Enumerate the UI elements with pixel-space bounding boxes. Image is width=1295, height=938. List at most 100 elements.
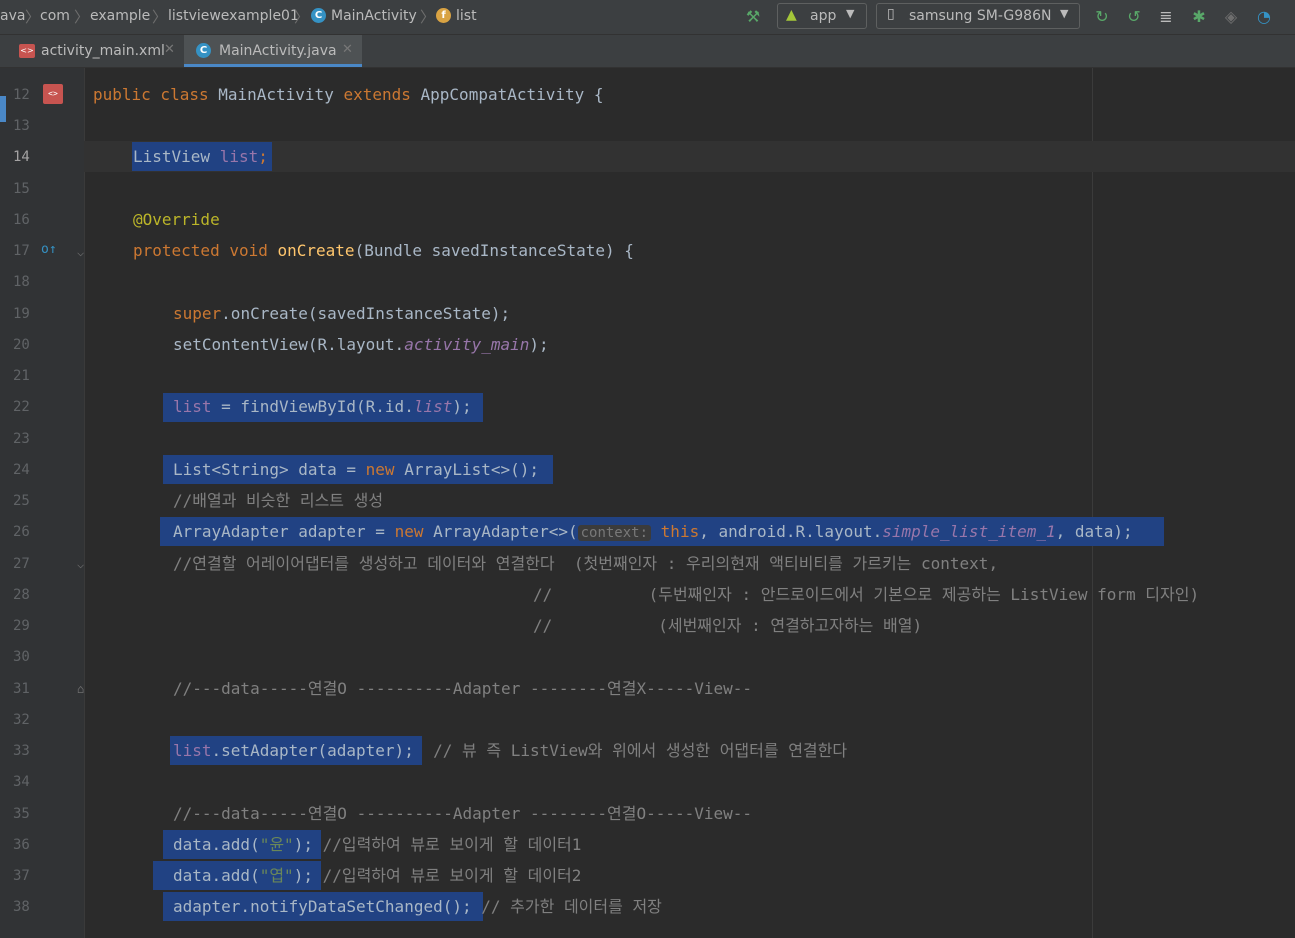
tab-activity-main-xml[interactable]: <> activity_main.xml ✕ xyxy=(10,35,182,67)
code-line-20[interactable]: setContentView(R.layout.activity_main); xyxy=(173,334,549,356)
hammer-icon[interactable]: ⚒ xyxy=(742,6,764,28)
xml-file-icon: <> xyxy=(19,44,35,58)
field-name: simple_list_item_1 xyxy=(882,522,1056,541)
comment: // 추가한 데이터를 저장 xyxy=(471,897,662,916)
line-number: 21 xyxy=(13,368,30,384)
gutter-divider xyxy=(84,68,85,938)
code-text: , android.R.layout. xyxy=(699,522,883,541)
code-text: .setAdapter(adapter); xyxy=(211,741,414,760)
comment: //---data-----연결O ----------Adapter ----… xyxy=(173,804,753,823)
chevron-right-icon: 〉 xyxy=(420,8,436,26)
type-name: ListView xyxy=(133,147,220,166)
tab-mainactivity-java[interactable]: C MainActivity.java ✕ xyxy=(184,35,362,67)
chevron-down-icon: ▼ xyxy=(846,7,855,20)
field-name: list xyxy=(413,397,453,416)
code-text: data.add( xyxy=(173,835,260,854)
code-line-24[interactable]: List<String> data = new ArrayList<>(); xyxy=(173,459,539,481)
line-number: 22 xyxy=(13,399,30,415)
line-number: 26 xyxy=(13,524,30,540)
run-config-select[interactable]: ▲ app ▼ xyxy=(777,3,867,29)
parameter-hint: context: xyxy=(577,525,652,541)
attach-debugger-icon[interactable]: ◈ xyxy=(1220,6,1242,28)
rerun-icon[interactable]: ↻ xyxy=(1091,6,1113,28)
breadcrumb-field[interactable]: list xyxy=(456,8,477,24)
fold-icon[interactable]: ⌵ xyxy=(77,245,84,259)
line-number: 24 xyxy=(13,462,30,478)
code-line-37[interactable]: data.add("엽"); //입력하여 뷰로 보이게 할 데이터2 xyxy=(173,865,581,887)
semicolon: ; xyxy=(258,147,268,166)
line-number: 20 xyxy=(13,337,30,353)
close-icon[interactable]: ✕ xyxy=(164,42,175,57)
chevron-right-icon: 〉 xyxy=(25,8,41,26)
code-line-12[interactable]: public class MainActivity extends AppCom… xyxy=(93,84,604,106)
code-line-19[interactable]: super.onCreate(savedInstanceState); xyxy=(173,303,510,325)
line-number: 31 xyxy=(13,681,30,697)
code-text: data.add( xyxy=(173,866,260,885)
keyword: public class xyxy=(93,85,209,104)
device-select[interactable]: ▯ samsung SM-G986N ▼ xyxy=(876,3,1080,29)
code-line-16[interactable]: @Override xyxy=(133,209,220,231)
code-line-31[interactable]: //---data-----연결O ----------Adapter ----… xyxy=(173,678,752,700)
override-method-icon[interactable]: o↑ xyxy=(41,242,57,257)
code-line-22[interactable]: list = findViewById(R.id.list); xyxy=(173,396,472,418)
code-line-35[interactable]: //---data-----연결O ----------Adapter ----… xyxy=(173,803,752,825)
field-name: list xyxy=(219,147,259,166)
comment: //배열과 비슷한 리스트 생성 xyxy=(173,491,384,510)
line-number: 27 xyxy=(13,556,30,572)
comment: //입력하여 뷰로 보이게 할 데이터1 xyxy=(312,835,582,854)
breadcrumb-class[interactable]: MainActivity xyxy=(331,8,417,24)
breadcrumb-java[interactable]: ava xyxy=(0,8,25,24)
breadcrumb-com[interactable]: com xyxy=(40,8,70,24)
chevron-right-icon: 〉 xyxy=(294,8,310,26)
line-number: 25 xyxy=(13,493,30,509)
code-line-33[interactable]: list.setAdapter(adapter); // 뷰 즉 ListVie… xyxy=(173,740,847,762)
right-margin-guide xyxy=(1092,68,1093,938)
comment: // 뷰 즉 ListView와 위에서 생성한 어댑터를 연결한다 xyxy=(413,741,848,760)
code-line-25[interactable]: //배열과 비슷한 리스트 생성 xyxy=(173,490,383,512)
code-line-29[interactable]: // (세번째인자 : 연결하고자하는 배열) xyxy=(533,615,922,637)
code-line-36[interactable]: data.add("윤"); //입력하여 뷰로 보이게 할 데이터1 xyxy=(173,834,581,856)
code-text: AppCompatActivity { xyxy=(410,85,604,104)
fold-icon[interactable]: ⌂ xyxy=(77,682,84,696)
line-number: 15 xyxy=(13,181,30,197)
device-label: samsung SM-G986N xyxy=(909,8,1052,24)
code-text: ); xyxy=(529,335,549,354)
code-line-26[interactable]: ArrayAdapter adapter = new ArrayAdapter<… xyxy=(173,521,1133,544)
java-class-icon: C xyxy=(311,8,326,23)
line-number: 35 xyxy=(13,806,30,822)
apply-code-changes-icon[interactable]: ≣ xyxy=(1155,6,1177,28)
code-line-14[interactable]: ListView list; xyxy=(133,146,268,168)
code-line-27[interactable]: //연결할 어레이어댑터를 생성하고 데이터와 연결한다 (첫번째인자 : 우리… xyxy=(173,553,998,575)
line-number: 28 xyxy=(13,587,30,603)
layout-file-icon[interactable]: <> xyxy=(43,84,63,104)
field-name: activity_main xyxy=(404,335,530,354)
class-name: MainActivity xyxy=(208,85,344,104)
code-line-17[interactable]: protected void onCreate(Bundle savedInst… xyxy=(133,240,634,262)
line-number: 36 xyxy=(13,837,30,853)
chevron-right-icon: 〉 xyxy=(152,8,168,26)
line-number: 14 xyxy=(13,149,30,165)
line-number: 32 xyxy=(13,712,30,728)
line-number: 38 xyxy=(13,899,30,915)
code-text: ArrayAdapter adapter = xyxy=(173,522,395,541)
apply-changes-icon[interactable]: ↺ xyxy=(1123,6,1145,28)
close-icon[interactable]: ✕ xyxy=(342,42,353,57)
line-number: 37 xyxy=(13,868,30,884)
code-line-38[interactable]: adapter.notifyDataSetChanged(); // 추가한 데… xyxy=(173,896,662,918)
fold-icon[interactable]: ⌵ xyxy=(77,557,84,571)
code-text: = findViewById(R.id. xyxy=(211,397,414,416)
keyword: new xyxy=(394,522,424,541)
profiler-icon[interactable]: ◔ xyxy=(1253,6,1275,28)
keyword: this xyxy=(660,522,700,541)
line-number: 33 xyxy=(13,743,30,759)
tab-label: activity_main.xml xyxy=(41,43,165,59)
code-text: ArrayList<>(); xyxy=(394,460,540,479)
debug-icon[interactable]: ✱ xyxy=(1188,6,1210,28)
breadcrumb-package[interactable]: listviewexample01 xyxy=(168,8,299,24)
breadcrumb-example[interactable]: example xyxy=(90,8,150,24)
comment: //입력하여 뷰로 보이게 할 데이터2 xyxy=(312,866,582,885)
java-class-icon: C xyxy=(196,43,211,58)
code-line-28[interactable]: // (두번째인자 : 안드로이드에서 기본으로 제공하는 ListView f… xyxy=(533,584,1199,606)
tab-label: MainActivity.java xyxy=(219,43,337,59)
run-config-label: app xyxy=(810,8,837,24)
